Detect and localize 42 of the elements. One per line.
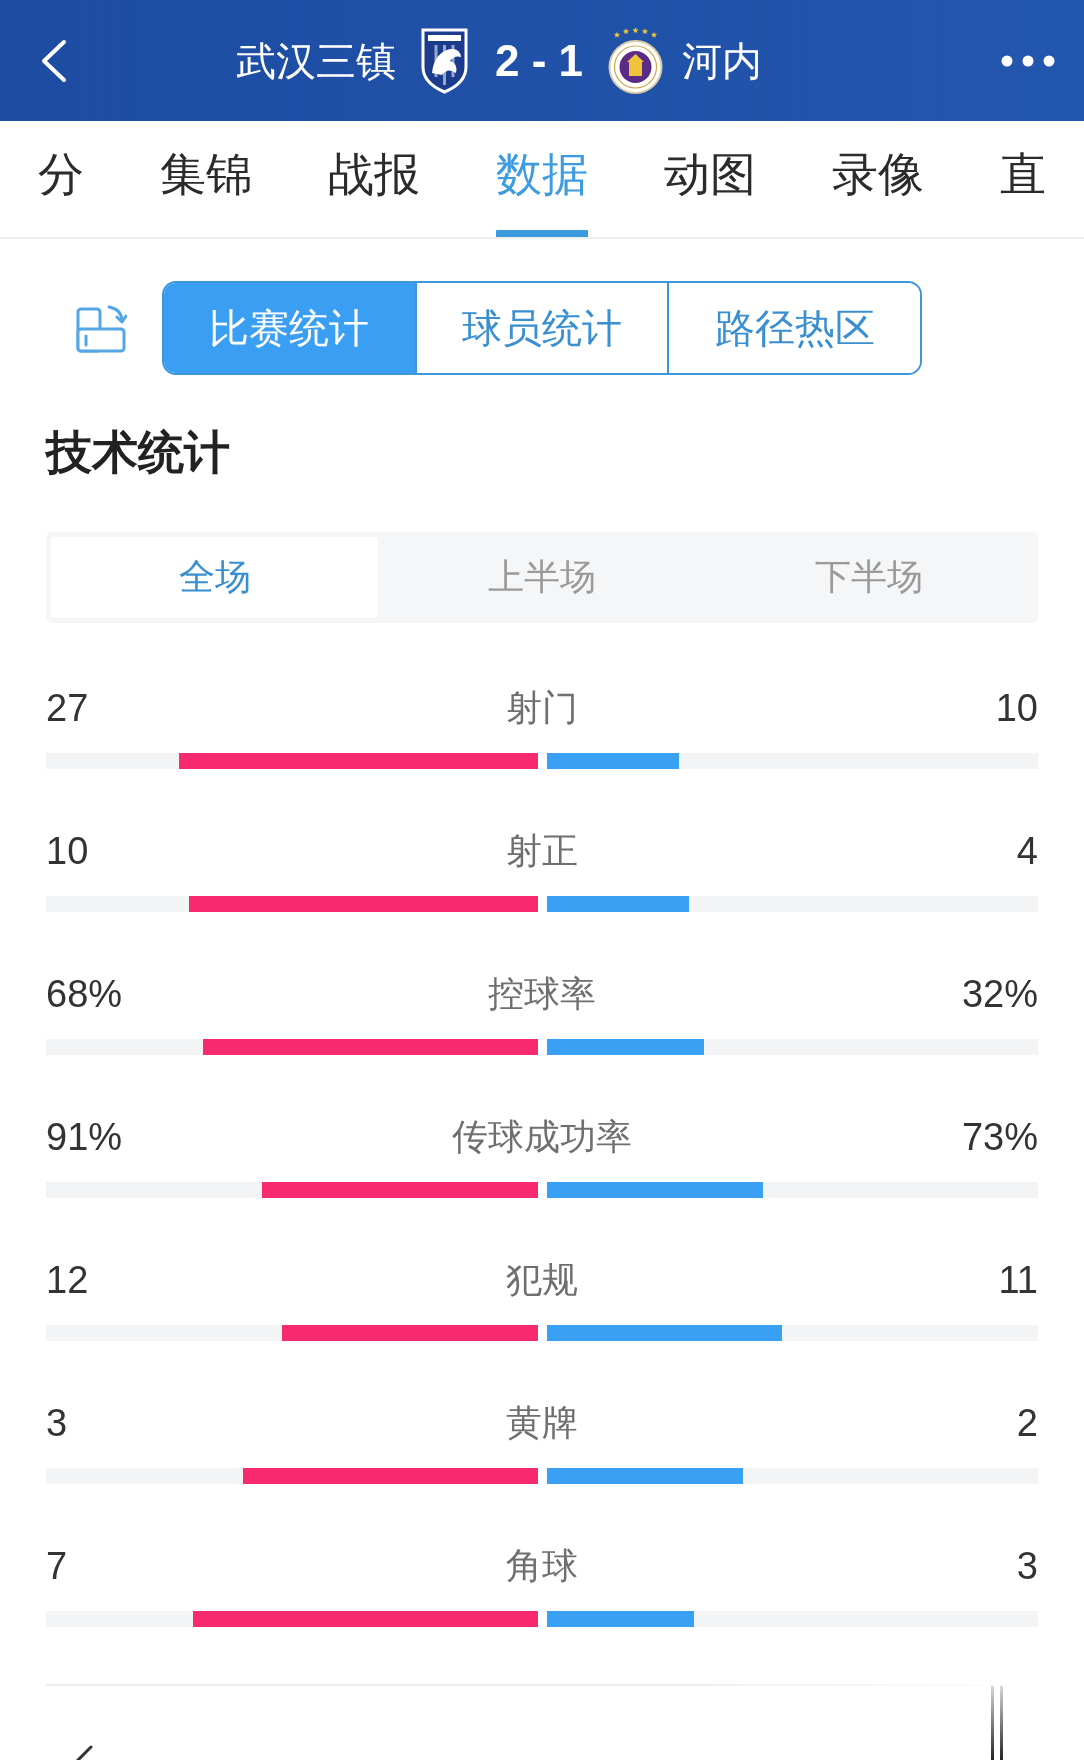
tab[interactable]: 数据 (496, 149, 588, 237)
back-icon[interactable] (40, 38, 67, 83)
away-value: 2 (1016, 1401, 1038, 1445)
away-value: 11 (998, 1258, 1038, 1302)
stat-label: 控球率 (488, 972, 596, 1016)
period-tab[interactable]: 下半场 (705, 537, 1033, 618)
period-tab[interactable]: 上半场 (378, 537, 706, 618)
away-value: 4 (1016, 829, 1038, 873)
home-value: 91% (46, 1115, 123, 1159)
tab[interactable]: 分 (38, 149, 84, 199)
period-tab[interactable]: 全场 (51, 537, 379, 618)
tab[interactable]: 录像 (832, 149, 924, 199)
segment-button[interactable]: 路径热区 (667, 283, 920, 373)
stat-label: 黄牌 (506, 1401, 578, 1445)
segment-button[interactable]: 比赛统计 (164, 283, 415, 373)
more-icon[interactable] (1001, 54, 1055, 67)
home-value: 68% (46, 972, 123, 1016)
home-value: 12 (46, 1258, 89, 1302)
home-value: 3 (46, 1401, 68, 1445)
away-value: 10 (995, 686, 1038, 730)
tab[interactable]: 动图 (664, 149, 756, 199)
stat-label: 射正 (506, 829, 578, 873)
stat-label: 传球成功率 (452, 1115, 632, 1159)
vertical-lines-icon (989, 1686, 1006, 1760)
away-team-name: 河内 (682, 37, 763, 85)
stat-label: 角球 (506, 1544, 578, 1588)
tab[interactable]: 直 (1000, 149, 1046, 199)
stat-label: 射门 (506, 686, 578, 730)
home-value: 27 (46, 686, 89, 730)
slash-icon (73, 1745, 93, 1760)
home-value: 7 (46, 1544, 68, 1588)
match-score: 2 - 1 (495, 35, 584, 86)
home-team-name: 武汉三镇 (236, 37, 396, 85)
away-value: 3 (1016, 1544, 1038, 1588)
stat-label: 犯规 (506, 1258, 578, 1302)
tab[interactable]: 集锦 (160, 149, 252, 199)
tab[interactable]: 战报 (328, 149, 420, 199)
home-value: 10 (46, 829, 89, 873)
shield-crest-icon (420, 27, 469, 94)
away-value: 73% (961, 1115, 1038, 1159)
section-title: 技术统计 (46, 429, 230, 475)
away-value: 32% (961, 972, 1038, 1016)
